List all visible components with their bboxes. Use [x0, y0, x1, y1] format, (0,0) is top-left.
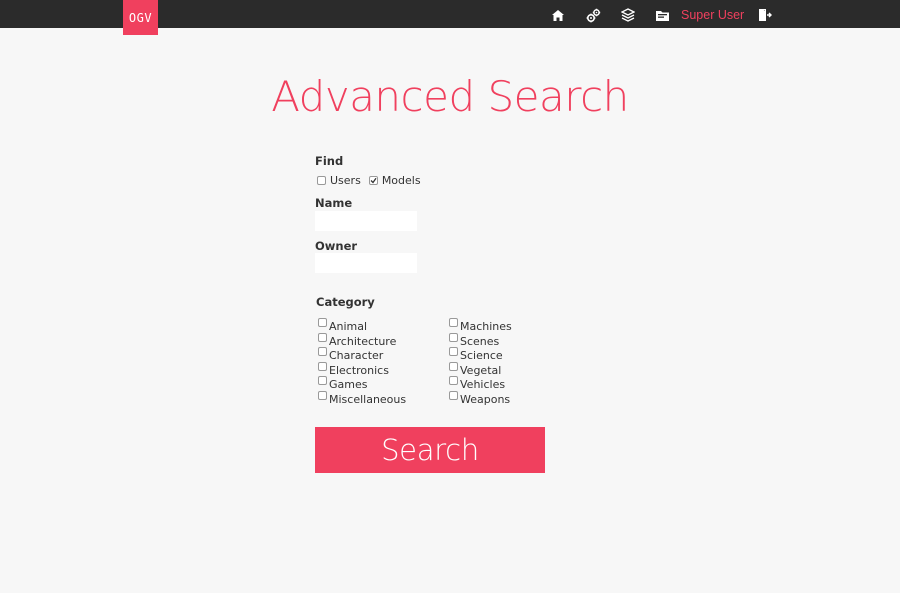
- category-label-text: Games: [329, 378, 368, 391]
- category-checkbox[interactable]: [318, 376, 327, 385]
- page-title: Advanced Search: [271, 72, 629, 121]
- category-column-right: Machines Scenes Science Vegetal Vehicles…: [449, 318, 512, 405]
- category-checkbox[interactable]: [318, 318, 327, 327]
- category-item[interactable]: Science: [449, 347, 512, 362]
- search-button[interactable]: Search: [315, 427, 545, 473]
- owner-input[interactable]: [315, 253, 417, 273]
- category-checkbox[interactable]: [318, 332, 327, 342]
- navbar-icons: Super User: [549, 6, 791, 24]
- owner-label: Owner: [315, 239, 358, 253]
- category-label: Category: [316, 295, 375, 309]
- category-checkbox[interactable]: [449, 318, 458, 327]
- category-item[interactable]: Character: [318, 347, 406, 362]
- category-item[interactable]: Machines: [449, 318, 512, 333]
- category-item[interactable]: Games: [318, 376, 406, 391]
- category-checkbox[interactable]: [449, 361, 458, 371]
- category-label-text: Electronics: [329, 363, 389, 377]
- category-label-text: Vehicles: [460, 378, 506, 391]
- top-navbar: OGV Super User: [0, 0, 900, 35]
- name-label: Name: [315, 196, 353, 210]
- category-label-text: Character: [329, 349, 384, 362]
- category-checkbox[interactable]: [318, 361, 327, 371]
- category-item[interactable]: Vegetal: [449, 361, 512, 377]
- category-item[interactable]: Architecture: [318, 332, 406, 348]
- home-icon[interactable]: [549, 6, 567, 24]
- category-item[interactable]: Scenes: [449, 332, 512, 348]
- folder-icon[interactable]: [654, 6, 672, 24]
- category-item[interactable]: Miscellaneous: [318, 390, 407, 406]
- layers-icon[interactable]: [619, 6, 637, 24]
- category-label-text: Scenes: [460, 334, 500, 348]
- category-label-text: Weapons: [460, 392, 511, 406]
- category-item[interactable]: Weapons: [449, 390, 512, 406]
- category-checkbox[interactable]: [449, 332, 458, 342]
- category-label-text: Miscellaneous: [329, 392, 407, 406]
- find-label: Find: [315, 154, 344, 168]
- logout-icon[interactable]: [756, 6, 774, 24]
- category-label-text: Science: [460, 349, 503, 362]
- find-options: Users Models: [317, 174, 429, 187]
- category-item[interactable]: Vehicles: [449, 376, 512, 391]
- current-user-link[interactable]: Super User: [681, 8, 744, 22]
- category-checkbox[interactable]: [449, 390, 458, 400]
- models-checkbox[interactable]: [368, 176, 378, 185]
- settings-gears-icon[interactable]: [584, 6, 602, 24]
- category-checkbox[interactable]: [449, 347, 458, 356]
- users-checkbox[interactable]: [317, 176, 326, 185]
- category-column-left: Animal Architecture Character Electronic…: [318, 318, 406, 405]
- models-checkbox-label: Models: [381, 174, 421, 187]
- category-label-text: Architecture: [329, 334, 397, 348]
- category-item[interactable]: Animal: [318, 318, 406, 333]
- app-logo[interactable]: OGV: [123, 0, 158, 35]
- category-label-text: Vegetal: [460, 363, 502, 377]
- category-checkbox[interactable]: [449, 376, 458, 385]
- category-checkbox[interactable]: [318, 347, 327, 356]
- name-input[interactable]: [315, 211, 417, 231]
- category-label-text: Animal: [329, 320, 368, 333]
- category-item[interactable]: Electronics: [318, 361, 406, 377]
- category-checkbox[interactable]: [318, 390, 327, 400]
- users-checkbox-label: Users: [330, 174, 361, 187]
- category-label-text: Machines: [460, 320, 512, 333]
